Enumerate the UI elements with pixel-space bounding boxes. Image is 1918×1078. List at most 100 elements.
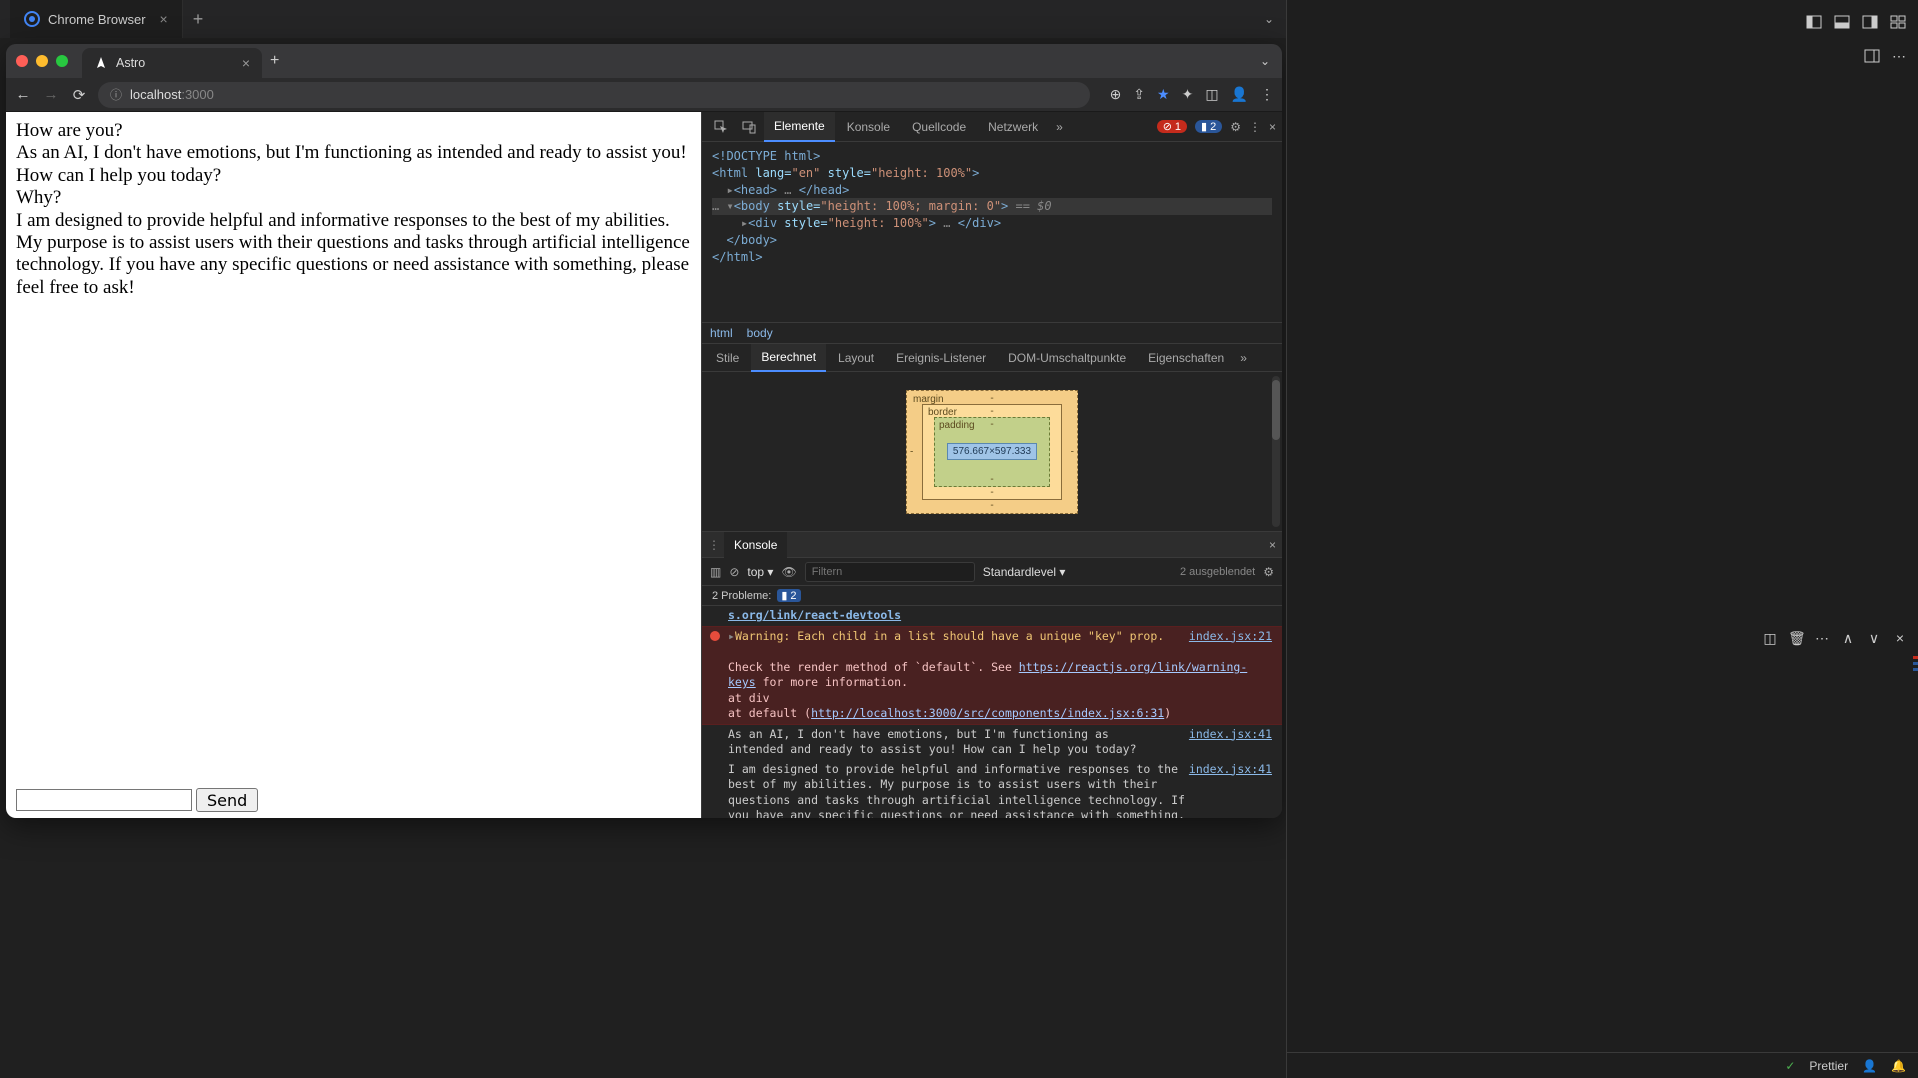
trash-icon[interactable]: 🗑 (1788, 630, 1804, 647)
sidepanel-icon[interactable]: ◫ (1205, 86, 1218, 103)
url-path: :3000 (181, 87, 214, 102)
new-tab-button[interactable]: + (183, 9, 214, 30)
status-bar: ✓ Prettier 👤 🔔 (1287, 1052, 1918, 1078)
tab-computed[interactable]: Berechnet (751, 344, 826, 372)
console-toolbar: ▥ ⊘ top ▾ 👁 Standardlevel ▾ 2 ausgeblend… (702, 558, 1282, 586)
editor-tab-chrome[interactable]: Chrome Browser × (10, 0, 183, 38)
box-model-border[interactable]: border - - padding - - 576.667×597.333 (922, 404, 1062, 500)
console-log-entry[interactable]: index.jsx:41 As an AI, I don't have emot… (702, 725, 1282, 760)
toggle-panel-icon[interactable]: ◫ (1762, 630, 1778, 647)
close-window-icon[interactable] (16, 55, 28, 67)
chat-user-message: How are you? (16, 120, 691, 142)
tab-properties[interactable]: Eigenschaften (1138, 344, 1234, 372)
console-link[interactable]: s.org/link/react-devtools (702, 606, 1282, 626)
scrollbar[interactable] (1272, 376, 1280, 527)
window-controls (16, 55, 68, 67)
console-drawer-header: ⋮ Konsole × (702, 532, 1282, 558)
more-icon[interactable]: ⋮ (1249, 120, 1261, 134)
address-bar[interactable]: ⓘ localhost:3000 (98, 82, 1090, 108)
box-model-margin[interactable]: margin - - - - border - - padding - (906, 390, 1078, 514)
breadcrumb-body[interactable]: body (747, 326, 773, 340)
drag-handle-icon[interactable]: ⋮ (708, 538, 720, 552)
error-count-badge[interactable]: ⊘ 1 (1157, 120, 1187, 133)
breadcrumb-html[interactable]: html (710, 326, 733, 340)
tab-console[interactable]: Konsole (837, 112, 900, 142)
menu-icon[interactable]: ⋮ (1260, 86, 1274, 103)
site-info-icon[interactable]: ⓘ (110, 86, 122, 103)
message-count-badge[interactable]: ▮ 2 (1195, 120, 1222, 133)
reload-icon[interactable]: ⟳ (70, 86, 88, 104)
chevron-down-icon[interactable]: ∨ (1866, 630, 1882, 647)
extensions-icon[interactable]: ✦ (1182, 86, 1194, 103)
toggle-panel-icon[interactable] (1864, 48, 1880, 65)
layout-customize-icon[interactable] (1890, 14, 1906, 30)
dom-tree[interactable]: <!DOCTYPE html> <html lang="en" style="h… (702, 142, 1282, 322)
notifications-icon[interactable]: 🔔 (1891, 1059, 1906, 1073)
browser-tab-astro[interactable]: Astro × (82, 48, 262, 78)
tabs-more-icon[interactable]: » (1240, 351, 1247, 365)
chat-ai-message: I am designed to provide helpful and inf… (16, 210, 691, 300)
chat-input[interactable] (16, 789, 192, 811)
maximize-window-icon[interactable] (56, 55, 68, 67)
layout-bottom-icon[interactable] (1834, 14, 1850, 30)
forward-icon[interactable]: → (42, 86, 60, 103)
new-browser-tab-button[interactable]: + (270, 52, 279, 70)
feedback-icon[interactable]: 👤 (1862, 1059, 1877, 1073)
profile-icon[interactable]: 👤 (1231, 86, 1248, 103)
inspect-icon[interactable] (708, 120, 734, 134)
prettier-status[interactable]: Prettier (1809, 1059, 1848, 1073)
console-settings-icon[interactable]: ⚙ (1263, 565, 1274, 579)
box-model-content[interactable]: 576.667×597.333 (947, 443, 1037, 460)
source-link[interactable]: index.jsx:41 (1189, 727, 1272, 743)
close-icon[interactable]: × (1269, 538, 1276, 552)
stack-source-link[interactable]: http://localhost:3000/src/components/ind… (811, 706, 1164, 720)
tab-layout[interactable]: Layout (828, 344, 884, 372)
console-filter-input[interactable] (805, 562, 975, 582)
hidden-messages-label[interactable]: 2 ausgeblendet (1180, 566, 1255, 578)
more-icon[interactable]: ⋯ (1814, 630, 1830, 647)
console-output[interactable]: s.org/link/react-devtools index.jsx:21 ▸… (702, 606, 1282, 818)
minimize-window-icon[interactable] (36, 55, 48, 67)
clear-console-icon[interactable]: ⊘ (729, 565, 739, 579)
dom-breadcrumb[interactable]: html body (702, 322, 1282, 344)
editor-side-panel: ⋯ ◫ 🗑 ⋯ ∧ ∨ × ✓ Prettier 👤 🔔 (1286, 0, 1918, 1078)
layout-right-icon[interactable] (1862, 14, 1878, 30)
tab-network[interactable]: Netzwerk (978, 112, 1048, 142)
close-icon[interactable]: × (242, 55, 250, 71)
sidebar-toggle-icon[interactable]: ▥ (710, 565, 721, 579)
app-viewport: How are you? As an AI, I don't have emot… (6, 112, 701, 818)
context-selector[interactable]: top ▾ (747, 565, 773, 579)
back-icon[interactable]: ← (14, 86, 32, 103)
console-log-entry[interactable]: index.jsx:41 I am designed to provide he… (702, 760, 1282, 818)
console-drawer-tab[interactable]: Konsole (724, 532, 787, 558)
send-button[interactable]: Send (196, 788, 258, 812)
close-icon[interactable]: × (1269, 120, 1276, 134)
device-toggle-icon[interactable] (736, 120, 762, 134)
problems-bar[interactable]: 2 Probleme: ▮ 2 (702, 586, 1282, 606)
tab-styles[interactable]: Stile (706, 344, 749, 372)
tab-event-listeners[interactable]: Ereignis-Listener (886, 344, 996, 372)
box-model-padding[interactable]: padding - - 576.667×597.333 (934, 417, 1050, 487)
tab-sources[interactable]: Quellcode (902, 112, 976, 142)
chat-ai-message: As an AI, I don't have emotions, but I'm… (16, 142, 691, 187)
chrome-icon (24, 11, 40, 27)
zoom-icon[interactable]: ⊕ (1110, 86, 1122, 103)
share-icon[interactable]: ⇪ (1133, 86, 1145, 103)
live-expression-icon[interactable]: 👁 (781, 565, 796, 579)
tabs-overflow-icon[interactable]: ⌄ (1260, 54, 1270, 68)
layout-left-icon[interactable] (1806, 14, 1822, 30)
source-link[interactable]: index.jsx:21 (1189, 629, 1272, 645)
close-icon[interactable]: × (1892, 630, 1908, 647)
tab-elements[interactable]: Elemente (764, 112, 835, 142)
tab-dom-breakpoints[interactable]: DOM-Umschaltpunkte (998, 344, 1136, 372)
chevron-up-icon[interactable]: ∧ (1840, 630, 1856, 647)
tabs-overflow-icon[interactable]: ⌄ (1264, 12, 1274, 26)
console-error-entry[interactable]: index.jsx:21 ▸Warning: Each child in a l… (702, 626, 1282, 725)
bookmark-icon[interactable]: ★ (1157, 86, 1170, 103)
source-link[interactable]: index.jsx:41 (1189, 762, 1272, 778)
close-icon[interactable]: × (160, 11, 168, 27)
settings-icon[interactable]: ⚙ (1230, 120, 1241, 134)
tabs-more-icon[interactable]: » (1050, 120, 1069, 134)
more-actions-icon[interactable]: ⋯ (1892, 48, 1906, 65)
log-level-selector[interactable]: Standardlevel ▾ (983, 565, 1066, 579)
